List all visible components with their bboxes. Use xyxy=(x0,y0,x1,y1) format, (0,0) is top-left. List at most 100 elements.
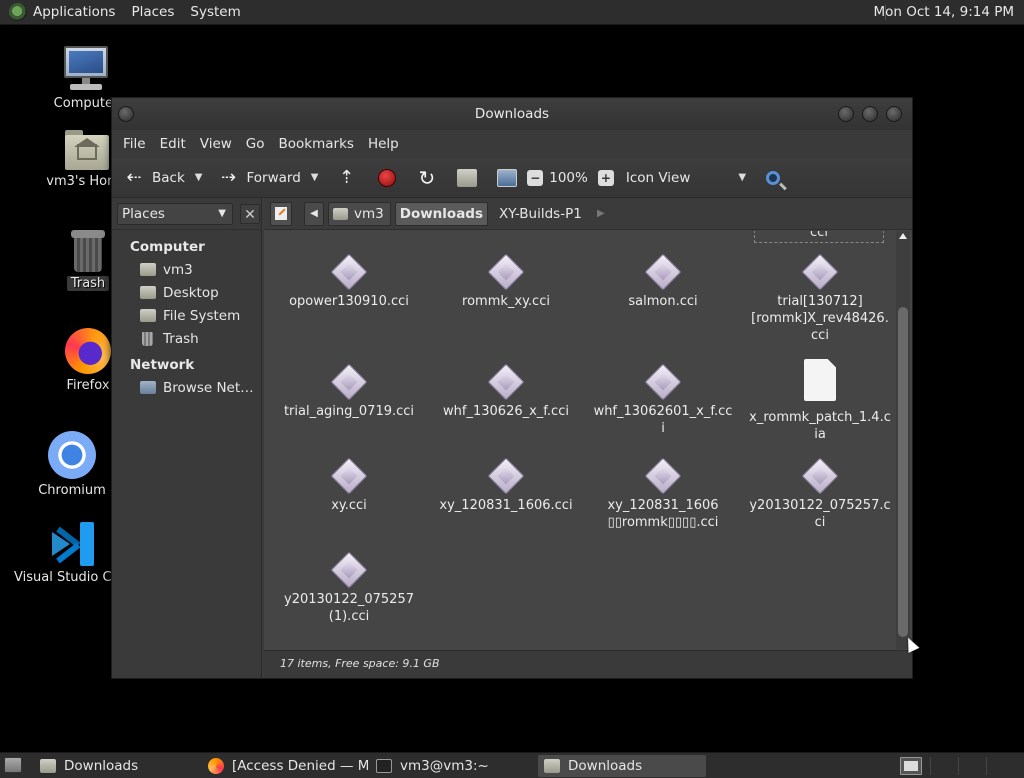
desktop-folder-icon xyxy=(140,286,156,299)
show-desktop-icon[interactable] xyxy=(4,757,22,773)
scroll-up-icon[interactable] xyxy=(899,233,907,239)
path-scroll-left-button[interactable]: ◀ xyxy=(304,201,324,226)
clock[interactable]: Mon Oct 14, 9:14 PM xyxy=(873,0,1014,25)
taskbar-item-firefox[interactable]: [Access Denied — M… xyxy=(202,755,368,777)
file-item[interactable]: trial[130712][rommk]X_rev48426.cci xyxy=(745,249,894,344)
location-edit-button[interactable] xyxy=(270,201,292,226)
back-history-dropdown-icon[interactable]: ▼ xyxy=(195,172,203,183)
reload-button[interactable]: ↻ xyxy=(418,166,435,190)
path-scroll-right-button[interactable]: ▶ xyxy=(593,202,609,226)
file-item[interactable]: whf_130626_x_f.cci xyxy=(431,359,581,420)
forward-history-dropdown-icon[interactable]: ▼ xyxy=(311,172,319,183)
menu-edit[interactable]: Edit xyxy=(153,136,193,152)
stop-icon xyxy=(378,168,397,187)
terminal-icon xyxy=(376,759,392,773)
folder-icon xyxy=(544,759,560,773)
scrollbar-thumb[interactable] xyxy=(898,307,908,637)
file-item[interactable]: whf_13062601_x_f.cci xyxy=(588,359,738,437)
stop-button[interactable] xyxy=(378,168,397,187)
zoom-level: 100% xyxy=(549,169,588,186)
workspace-3-button[interactable] xyxy=(958,757,980,775)
file-item-label-partial: cci xyxy=(754,231,884,243)
crumb-xy-builds[interactable]: XY-Builds-P1 xyxy=(492,202,589,226)
cci-file-icon xyxy=(487,363,525,401)
crumb-vm3[interactable]: vm3 xyxy=(328,201,391,226)
taskbar-item-terminal[interactable]: vm3@vm3:~ xyxy=(370,755,534,777)
zoom-in-button[interactable]: + xyxy=(597,169,614,186)
zoom-in-icon: + xyxy=(597,169,614,186)
window-titlebar[interactable]: Downloads xyxy=(112,98,912,130)
edit-location-icon xyxy=(275,207,287,220)
maximize-icon[interactable] xyxy=(862,106,878,122)
search-button[interactable] xyxy=(766,170,781,185)
taskbar-item-downloads[interactable]: Downloads xyxy=(34,755,196,777)
network-icon xyxy=(140,381,156,394)
cci-file-icon xyxy=(644,253,682,291)
cci-file-icon xyxy=(330,363,368,401)
sidebar-item-vm3[interactable]: vm3 xyxy=(112,258,261,281)
system-menu[interactable]: System xyxy=(182,0,248,25)
home-button[interactable] xyxy=(457,168,478,187)
close-icon[interactable] xyxy=(886,106,902,122)
taskbar-item-label: Downloads xyxy=(568,758,643,774)
file-item[interactable]: y20130122_075257.cci xyxy=(745,453,894,531)
file-item[interactable]: opower130910.cci xyxy=(274,249,424,310)
view-mode-select[interactable]: Icon View ▼ xyxy=(626,170,760,186)
top-panel: Applications Places System Mon Oct 14, 9… xyxy=(0,0,1024,25)
workspace-1-button[interactable] xyxy=(900,757,922,775)
vertical-scrollbar[interactable] xyxy=(896,231,910,649)
file-item[interactable]: x_rommk_patch_1.4.cia xyxy=(745,359,894,443)
file-item[interactable]: xy.cci xyxy=(274,453,424,514)
forward-button[interactable]: ⇢ Forward ▼ xyxy=(216,167,326,188)
file-item[interactable]: xy_120831_1606 ▯▯rommk▯▯▯▯.cci xyxy=(588,453,738,531)
sidebar-item-trash[interactable]: Trash xyxy=(112,327,261,350)
bottom-panel: Downloads [Access Denied — M… vm3@vm3:~ … xyxy=(0,752,1024,778)
cci-file-icon xyxy=(330,551,368,589)
sidebar-type-select[interactable]: Places ▼ xyxy=(117,202,233,225)
back-arrow-icon: ⇠ xyxy=(126,167,142,188)
computer-icon xyxy=(497,168,518,187)
menu-go[interactable]: Go xyxy=(239,136,272,152)
window-menu-icon[interactable] xyxy=(118,106,134,122)
menu-logo-icon[interactable] xyxy=(9,3,27,21)
menu-file[interactable]: File xyxy=(116,136,153,152)
file-item[interactable]: salmon.cci xyxy=(588,249,738,310)
window-content: Places ▼ ✕ Computer vm3 Desktop File Sys… xyxy=(112,198,912,678)
home-folder-icon xyxy=(333,207,348,220)
sidebar-section-network: Network xyxy=(130,357,195,373)
sidebar-section-computer: Computer xyxy=(130,239,205,255)
file-name: trial[130712][rommk]X_rev48426.cci xyxy=(751,294,889,343)
file-item[interactable]: y20130122_075257 (1).cci xyxy=(274,547,424,625)
menubar: File Edit View Go Bookmarks Help xyxy=(112,130,912,158)
sidebar-close-button[interactable]: ✕ xyxy=(240,203,260,224)
taskbar-item-downloads-active[interactable]: Downloads xyxy=(538,755,706,777)
minimize-icon[interactable] xyxy=(838,106,854,122)
status-bar: 17 items, Free space: 9.1 GB xyxy=(264,650,912,678)
applications-menu[interactable]: Applications xyxy=(33,0,123,25)
menu-help[interactable]: Help xyxy=(361,136,406,152)
file-item[interactable]: trial_aging_0719.cci xyxy=(274,359,424,420)
file-name: y20130122_075257 (1).cci xyxy=(284,592,414,624)
toolbar: ⇠ Back ▼ ⇢ Forward ▼ ⇡ ↻ − 100% + Icon V… xyxy=(112,158,912,198)
file-item[interactable]: xy_120831_1606.cci xyxy=(431,453,581,514)
sidebar-item-filesystem[interactable]: File System xyxy=(112,304,261,327)
forward-label: Forward xyxy=(246,169,301,186)
places-menu[interactable]: Places xyxy=(123,0,182,25)
computer-button[interactable] xyxy=(497,168,518,187)
firefox-icon xyxy=(65,328,111,374)
file-item[interactable]: rommk_xy.cci xyxy=(431,249,581,310)
crumb-downloads[interactable]: Downloads xyxy=(394,201,489,226)
menu-bookmarks[interactable]: Bookmarks xyxy=(272,136,361,152)
workspace-2-button[interactable] xyxy=(930,757,952,775)
cci-file-icon xyxy=(487,253,525,291)
file-icon-view[interactable]: cci opower130910.cci rommk_xy.cci salmon… xyxy=(264,231,894,649)
up-button[interactable]: ⇡ xyxy=(334,167,358,188)
back-button[interactable]: ⇠ Back ▼ xyxy=(122,167,210,188)
window-title: Downloads xyxy=(474,106,550,122)
folder-icon xyxy=(40,759,56,773)
menu-view[interactable]: View xyxy=(193,136,239,152)
sidebar-item-browse-network[interactable]: Browse Net… xyxy=(112,376,261,399)
zoom-out-button[interactable]: − xyxy=(527,169,544,186)
sidebar-item-desktop[interactable]: Desktop xyxy=(112,281,261,304)
workspace-4-button[interactable] xyxy=(986,757,1008,775)
